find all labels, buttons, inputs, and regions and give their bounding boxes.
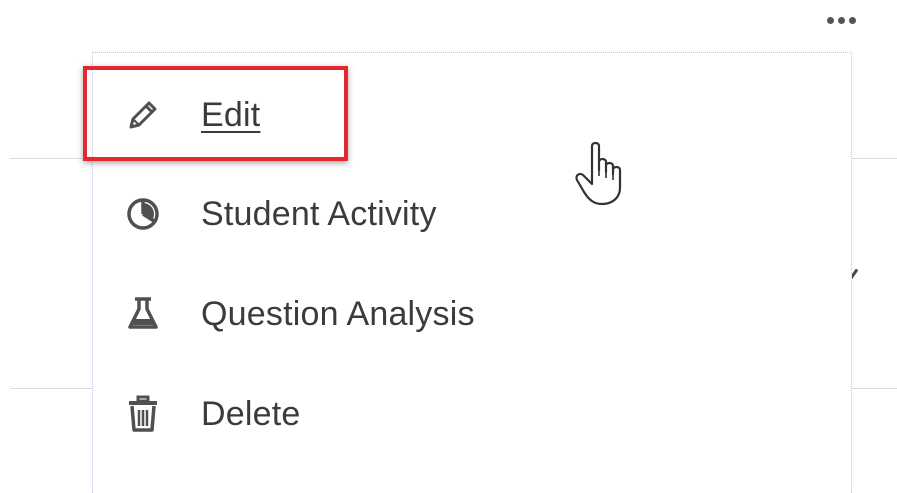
pencil-icon (123, 95, 163, 135)
pie-chart-icon (123, 194, 163, 234)
menu-item-label: Edit (201, 95, 261, 134)
trash-icon (123, 394, 163, 434)
menu-item-label: Student Activity (201, 194, 437, 233)
context-menu: Edit Student Activity Question Analysis (92, 52, 852, 493)
menu-item-delete[interactable]: Delete (93, 364, 851, 464)
menu-item-edit[interactable]: Edit (93, 65, 851, 165)
more-horizontal-icon (848, 16, 856, 24)
menu-item-label: Question Analysis (201, 294, 475, 333)
more-horizontal-icon (837, 16, 845, 24)
menu-item-label: Delete (201, 394, 301, 433)
more-horizontal-icon (826, 16, 834, 24)
more-options-button[interactable] (814, 8, 868, 32)
flask-icon (123, 294, 163, 334)
menu-item-student-activity[interactable]: Student Activity (93, 164, 851, 264)
menu-item-question-analysis[interactable]: Question Analysis (93, 264, 851, 364)
